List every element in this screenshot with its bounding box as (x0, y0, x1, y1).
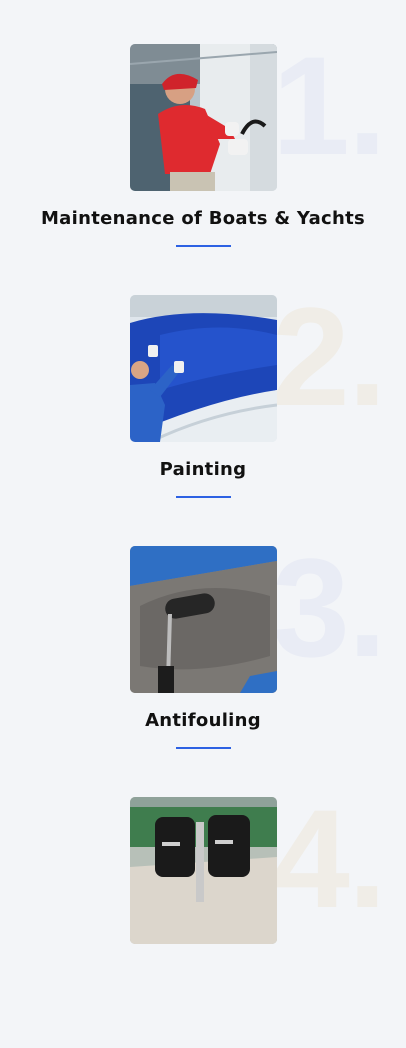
service-title: Maintenance of Boats & Yachts (40, 208, 366, 229)
service-card-maintenance[interactable]: 1. Maintenance of Boats & Yachts (0, 36, 406, 295)
title-underline (176, 496, 231, 498)
title-underline (176, 245, 231, 247)
service-title: Painting (159, 459, 247, 480)
antifouling-roller-photo (130, 546, 277, 693)
service-title: Antifouling (145, 710, 261, 731)
boat-maintenance-photo (130, 44, 277, 191)
service-card-engines[interactable]: 4. (0, 789, 406, 1048)
title-underline (176, 747, 231, 749)
service-number: 1. (272, 27, 387, 184)
service-card-antifouling[interactable]: 3. Antifouling (0, 538, 406, 797)
service-card-painting[interactable]: 2. Painting (0, 287, 406, 546)
service-number: 2. (272, 278, 387, 435)
hull-painting-photo (130, 295, 277, 442)
service-number: 4. (272, 780, 387, 937)
outboard-engines-photo (130, 797, 277, 944)
service-number: 3. (272, 529, 387, 686)
